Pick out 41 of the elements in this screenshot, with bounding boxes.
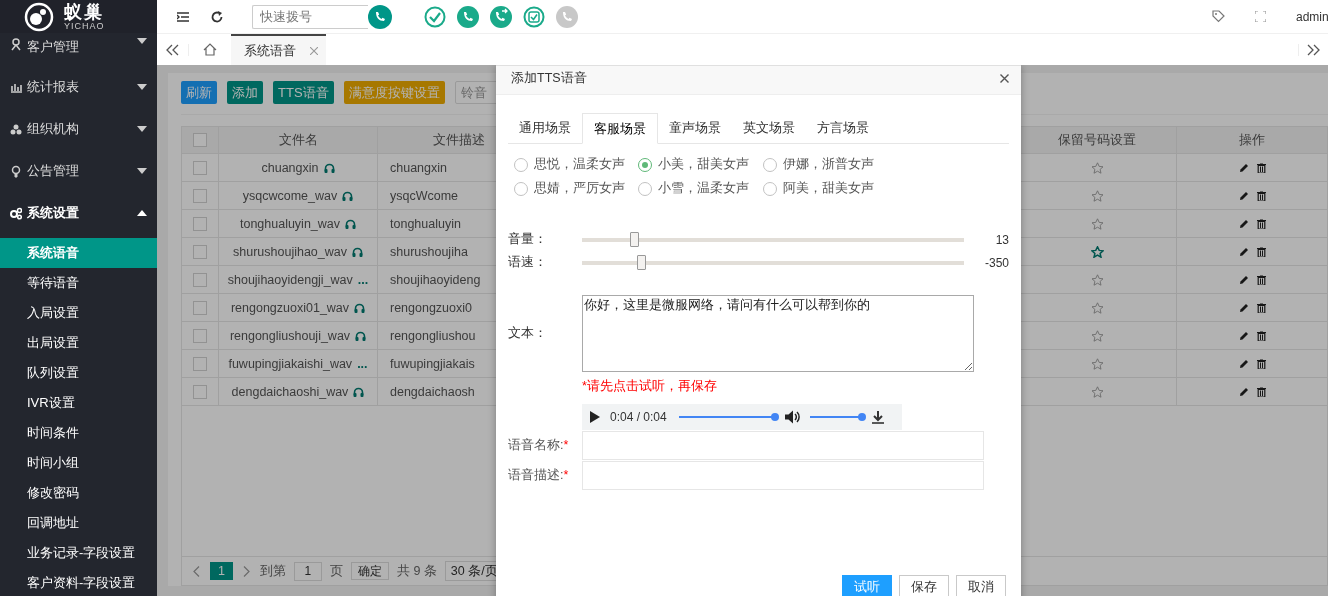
- radio-label: 思悦，温柔女声: [534, 156, 625, 173]
- audio-time: 0:04 / 0:04: [610, 410, 667, 424]
- slider-label: 语速：: [508, 254, 548, 271]
- file-description: rengongliushou: [390, 328, 476, 343]
- warning-text: *请先点击试听，再保存: [582, 378, 718, 395]
- file-description: rengongzuoxi0: [390, 300, 472, 315]
- file-name: shoujihaoyidengji_wav: [227, 272, 353, 287]
- file-name: rengongliushouji_wav: [229, 328, 351, 343]
- file-name: dengdaichaoshi_wav: [231, 384, 349, 399]
- file-name: ysqcwcome_wav: [242, 188, 338, 203]
- file-name: tonghualuyin_wav: [239, 216, 341, 231]
- slider-label: 音量：: [508, 231, 548, 248]
- field-label: 语音名称:*: [508, 437, 570, 454]
- file-description: fuwupingjiakais: [390, 356, 475, 371]
- file-description: shoujihaoyideng: [390, 272, 481, 287]
- page-unit-label: 页: [329, 562, 343, 580]
- radio-label: 阿美，甜美女声: [783, 180, 874, 197]
- file-description: chuangxin: [390, 160, 447, 175]
- slider-value: 13: [995, 232, 1009, 247]
- file-name: fuwupingjiakaishi_wav: [228, 356, 353, 371]
- file-name: shurushoujihao_wav: [233, 244, 347, 259]
- file-description: ysqcWcome: [390, 188, 459, 203]
- column-header: 文件名: [219, 126, 378, 154]
- total-count: 共 9 条: [396, 562, 437, 580]
- file-description: dengdaichaosh: [390, 384, 475, 399]
- field-label: 语音描述:*: [508, 467, 570, 484]
- radio-label: 伊娜，浙普女声: [783, 156, 874, 173]
- file-name: rengongzuoxi01_wav: [230, 300, 350, 315]
- column-header: 操作: [1177, 126, 1328, 154]
- radio-label: 小美，甜美女声: [658, 156, 749, 173]
- text-label: 文本：: [508, 325, 548, 342]
- goto-label: 到第: [259, 562, 286, 580]
- radio-label: 小雪，温柔女声: [658, 180, 749, 197]
- logo-text: 蚁巢: [64, 2, 105, 21]
- logo-subtitle: YICHAO: [64, 21, 105, 31]
- slider-value: -350: [984, 255, 1009, 270]
- file-name: chuangxin: [261, 160, 319, 175]
- file-description: tonghualuyin: [390, 216, 461, 231]
- column-header: 保留号码设置: [1018, 126, 1177, 154]
- file-description: shurushoujiha: [390, 244, 468, 259]
- radio-label: 思婧，严厉女声: [534, 180, 625, 197]
